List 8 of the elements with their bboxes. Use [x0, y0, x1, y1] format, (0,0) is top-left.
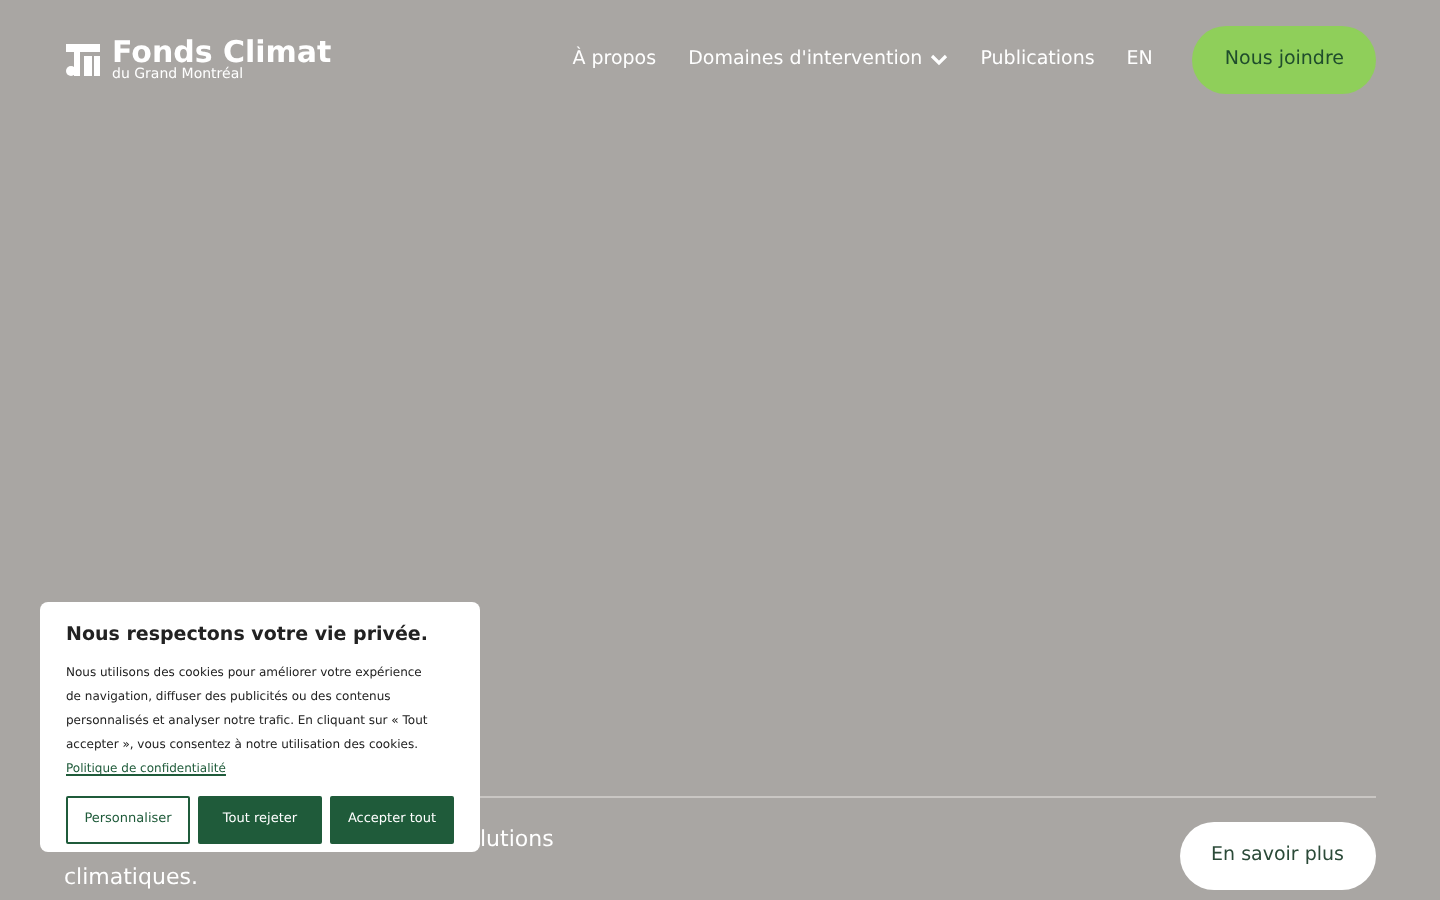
chevron-icon [930, 54, 949, 66]
cookie-title: Nous respectons votre vie privée. [66, 622, 430, 650]
hero-text: lutions [480, 824, 554, 856]
logo-title: Fonds Climat [112, 38, 332, 68]
contact-button[interactable]: Nous joindre [1192, 25, 1376, 95]
learn-more-button[interactable]: En savoir plus [1179, 822, 1376, 891]
hero-text: climatiques. [64, 862, 198, 894]
logo-icon [64, 40, 104, 80]
